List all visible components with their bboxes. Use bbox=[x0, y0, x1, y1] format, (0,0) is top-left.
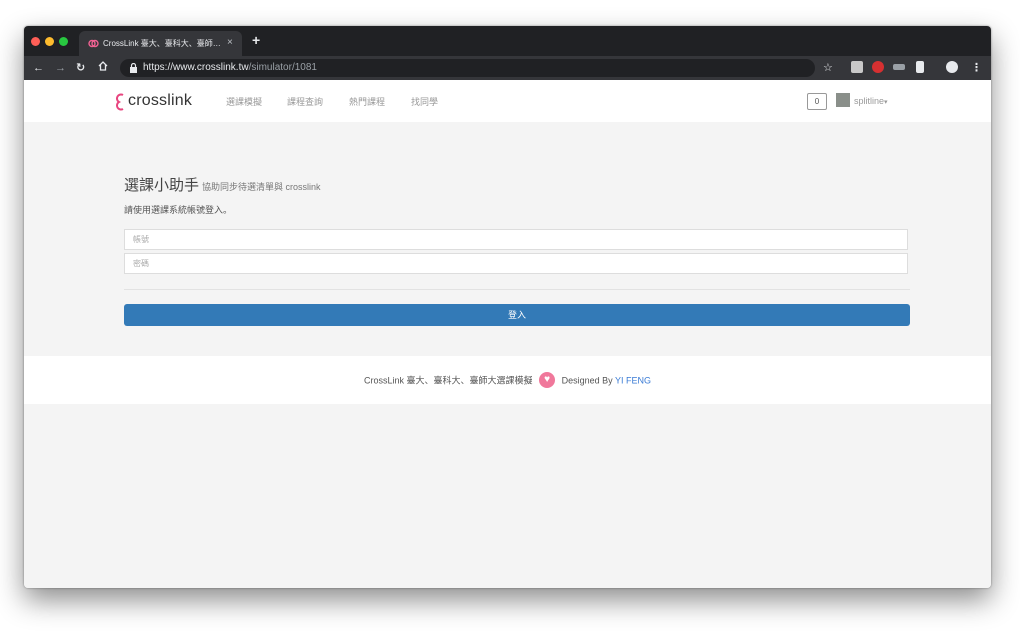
extension-icon[interactable] bbox=[872, 61, 884, 73]
address-bar[interactable]: https://www.crosslink.tw/simulator/1081 bbox=[120, 59, 815, 77]
account-input[interactable]: 帳號 bbox=[124, 229, 908, 250]
reload-icon[interactable]: ↻ bbox=[76, 61, 85, 75]
user-menu[interactable]: splitline▾ bbox=[854, 96, 888, 108]
crosslink-favicon-icon bbox=[88, 39, 99, 48]
divider bbox=[124, 289, 910, 290]
site-footer: CrossLink 臺大、臺科大、臺師大選課模擬 ♥ Designed By Y… bbox=[24, 356, 991, 404]
minimize-window-button[interactable] bbox=[45, 37, 54, 46]
extension-icon[interactable] bbox=[893, 64, 905, 70]
nav-link-course-search[interactable]: 課程查詢 bbox=[287, 96, 323, 108]
tab-close-icon[interactable]: × bbox=[227, 37, 233, 49]
site-navbar: crosslink 選課模擬 課程查詢 熱門課程 找同學 0 splitline… bbox=[24, 80, 991, 122]
lock-icon bbox=[130, 63, 137, 73]
tab-title: CrossLink 臺大、臺科大、臺師… bbox=[103, 39, 221, 48]
new-tab-button[interactable]: + bbox=[252, 32, 260, 48]
login-instruction: 請使用選課系統帳號登入。 bbox=[124, 205, 233, 215]
close-window-button[interactable] bbox=[31, 37, 40, 46]
author-link[interactable]: YI FENG bbox=[615, 375, 651, 385]
browser-toolbar: ← → ↻ https://www.crosslink.tw/simulator… bbox=[24, 56, 991, 80]
chevron-down-icon: ▾ bbox=[884, 99, 888, 106]
crosslink-logo-icon bbox=[116, 93, 124, 111]
nav-link-popular-courses[interactable]: 熱門課程 bbox=[349, 96, 385, 108]
star-icon[interactable]: ☆ bbox=[823, 61, 833, 75]
login-button[interactable]: 登入 bbox=[124, 304, 910, 326]
browser-window: CrossLink 臺大、臺科大、臺師… × + ← → ↻ https://w… bbox=[24, 26, 991, 588]
footer-text: CrossLink 臺大、臺科大、臺師大選課模擬 ♥ Designed By Y… bbox=[24, 372, 991, 389]
web-page: crosslink 選課模擬 課程查詢 熱門課程 找同學 0 splitline… bbox=[24, 80, 991, 588]
menu-icon[interactable]: ⋮ bbox=[971, 61, 982, 75]
heart-icon: ♥ bbox=[539, 372, 556, 388]
password-input[interactable]: 密碼 bbox=[124, 253, 908, 274]
extension-icon[interactable] bbox=[851, 61, 863, 73]
forward-icon[interactable]: → bbox=[55, 61, 66, 75]
notification-badge[interactable]: 0 bbox=[807, 93, 827, 110]
browser-tab[interactable]: CrossLink 臺大、臺科大、臺師… × bbox=[79, 31, 242, 56]
maximize-window-button[interactable] bbox=[59, 37, 68, 46]
brand-name: crosslink bbox=[128, 92, 193, 109]
profile-icon[interactable] bbox=[946, 61, 958, 73]
nav-link-simulator[interactable]: 選課模擬 bbox=[226, 96, 262, 108]
back-icon[interactable]: ← bbox=[33, 61, 44, 75]
url-text: https://www.crosslink.tw/simulator/1081 bbox=[143, 62, 317, 73]
nav-link-find-classmates[interactable]: 找同學 bbox=[411, 96, 438, 108]
avatar[interactable] bbox=[836, 93, 850, 107]
extension-icon[interactable] bbox=[916, 61, 924, 73]
tab-strip: CrossLink 臺大、臺科大、臺師… × + bbox=[24, 26, 991, 56]
page-subtitle: 協助同步待選清單與 crosslink bbox=[202, 182, 321, 192]
page-title: 選課小助手 協助同步待選清單與 crosslink bbox=[124, 177, 321, 194]
home-icon[interactable] bbox=[98, 61, 108, 75]
